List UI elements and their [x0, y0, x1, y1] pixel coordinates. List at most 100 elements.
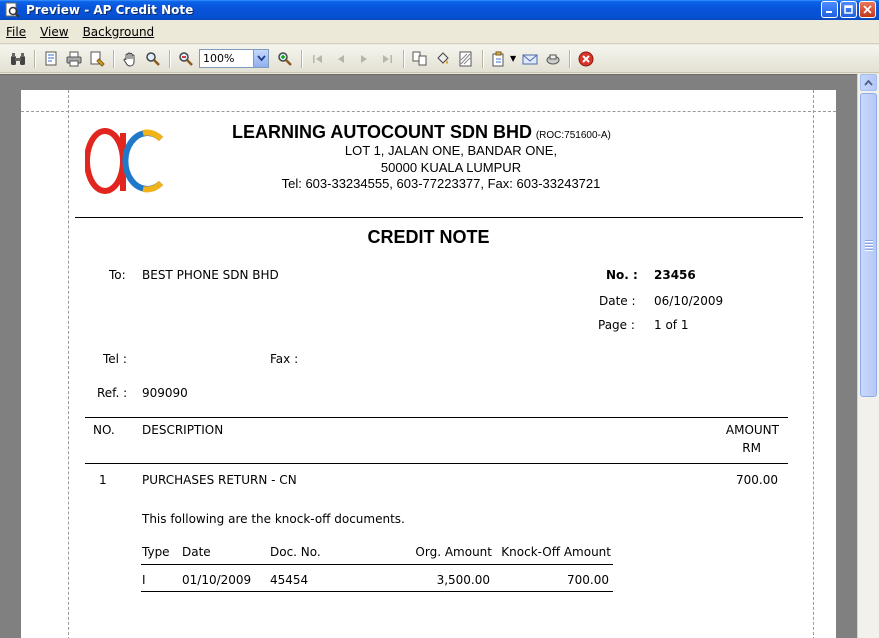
chevron-down-icon: [256, 55, 266, 62]
line-item-no: 1: [99, 473, 107, 487]
export-dropdown-caret[interactable]: ▼: [510, 54, 516, 63]
vertical-scrollbar[interactable]: [857, 74, 879, 638]
toolbar-separator: [169, 49, 170, 68]
company-roc: (ROC:751600-A): [535, 130, 611, 141]
page-value: 1 of 1: [654, 318, 689, 332]
margin-guide-right: [813, 90, 814, 638]
to-value: BEST PHONE SDN BHD: [142, 268, 279, 282]
minimize-button[interactable]: [821, 1, 838, 18]
hand-tool-button[interactable]: [120, 49, 140, 69]
binoculars-icon: [11, 52, 25, 65]
zoom-value: 100%: [203, 52, 235, 65]
preview-app-icon: [5, 2, 20, 18]
ref-label: Ref. :: [97, 386, 128, 400]
scroll-thumb-grip: [865, 240, 873, 241]
next-page-icon: [361, 54, 367, 63]
menu-background-label: Background: [82, 24, 155, 39]
date-label: Date :: [599, 294, 636, 308]
column-header-no: NO.: [93, 423, 115, 437]
scroll-thumb[interactable]: [860, 93, 877, 397]
export-icon: [492, 51, 504, 66]
title-bar[interactable]: Preview - AP Credit Note: [0, 0, 879, 20]
close-button[interactable]: [859, 1, 876, 18]
date-value: 06/10/2009: [654, 294, 724, 308]
document-title: CREDIT NOTE: [367, 227, 490, 247]
zoom-select[interactable]: 100%: [199, 49, 269, 68]
header-rule: [75, 217, 803, 218]
multiple-pages-button[interactable]: [410, 49, 430, 69]
line-item-amount: 700.00: [736, 473, 778, 487]
zoom-in-icon: [278, 51, 292, 66]
magnifier-icon: [146, 51, 160, 66]
find-button[interactable]: [8, 49, 28, 69]
zoom-out-icon: [179, 51, 193, 66]
zoom-dropdown-button[interactable]: [253, 50, 268, 67]
print-button[interactable]: [64, 49, 84, 69]
knockoff-row-knockoff-amount: 700.00: [567, 573, 609, 587]
to-label: To:: [109, 268, 126, 282]
paint-bucket-icon: [437, 51, 449, 64]
menu-file[interactable]: File: [6, 25, 26, 39]
next-page-button[interactable]: [354, 49, 374, 69]
options-button[interactable]: [543, 49, 563, 69]
knockoff-header-knockoff-amount: Knock-Off Amount: [501, 545, 611, 559]
fax-label: Fax :: [270, 352, 299, 366]
toolbar-separator: [482, 49, 483, 68]
scroll-thumb-grip: [865, 246, 873, 247]
scroll-up-button[interactable]: [860, 74, 877, 91]
print-preview-icon: [90, 51, 105, 67]
toolbar: 100% ▼: [0, 45, 879, 73]
watermark-icon: [459, 51, 472, 66]
zoom-in-button[interactable]: [275, 49, 295, 69]
zoom-out-button[interactable]: [176, 49, 196, 69]
table-header-rule: [85, 463, 788, 464]
fill-color-button[interactable]: [433, 49, 453, 69]
knockoff-header-doc-no: Doc. No.: [270, 545, 321, 559]
knockoff-row-date: 01/10/2009: [182, 573, 252, 587]
maximize-icon: [844, 5, 853, 14]
ref-value: 909090: [142, 386, 188, 400]
column-header-amount: AMOUNT: [725, 423, 779, 437]
maximize-button[interactable]: [840, 1, 857, 18]
quick-print-button[interactable]: [87, 49, 107, 69]
page-setup-button[interactable]: [41, 49, 61, 69]
close-icon: [863, 5, 872, 14]
report-page: LEARNING AUTOCOUNT SDN BHD (ROC:751600-A…: [21, 90, 836, 638]
toolbar-separator: [569, 49, 571, 68]
company-logo-icon: [85, 128, 164, 194]
menu-file-label: File: [6, 24, 27, 39]
contact-line: Tel: 603-33234555, 603-77223377, Fax: 60…: [281, 176, 601, 191]
preview-area[interactable]: LEARNING AUTOCOUNT SDN BHD (ROC:751600-A…: [0, 74, 857, 638]
watermark-button[interactable]: [456, 49, 476, 69]
exit-button[interactable]: [576, 49, 596, 69]
column-header-description: DESCRIPTION: [142, 423, 224, 437]
knockoff-row-org-amount: 3,500.00: [436, 573, 490, 587]
no-label: No. :: [606, 268, 638, 282]
margin-guide-left: [68, 90, 69, 638]
menu-bar: File View Background: [0, 20, 879, 44]
minimize-icon: [826, 11, 832, 13]
address-line2: 50000 KUALA LUMPUR: [380, 160, 522, 175]
scroll-thumb-grip: [865, 243, 873, 244]
tel-label: Tel :: [103, 352, 127, 366]
previous-page-icon: [338, 54, 344, 63]
envelope-icon: [522, 54, 538, 64]
send-email-button[interactable]: [520, 49, 540, 69]
scroll-thumb-grip: [865, 249, 873, 250]
toolbar-separator: [113, 49, 114, 68]
knockoff-header-org-amount: Org. Amount: [415, 545, 492, 559]
no-value: 23456: [654, 268, 696, 282]
export-button[interactable]: [489, 49, 509, 69]
menu-background[interactable]: Background: [83, 25, 155, 39]
toolbar-separator: [301, 49, 302, 68]
toolbar-separator: [403, 49, 404, 68]
magnifier-button[interactable]: [143, 49, 163, 69]
first-page-button[interactable]: [308, 49, 328, 69]
knockoff-header-rule: [141, 564, 613, 565]
last-page-button[interactable]: [377, 49, 397, 69]
previous-page-button[interactable]: [331, 49, 351, 69]
company-name: LEARNING AUTOCOUNT SDN BHD: [232, 122, 532, 142]
window-title: Preview - AP Credit Note: [26, 3, 194, 17]
menu-view[interactable]: View: [40, 25, 68, 39]
knockoff-row-doc-no: 45454: [270, 573, 309, 587]
